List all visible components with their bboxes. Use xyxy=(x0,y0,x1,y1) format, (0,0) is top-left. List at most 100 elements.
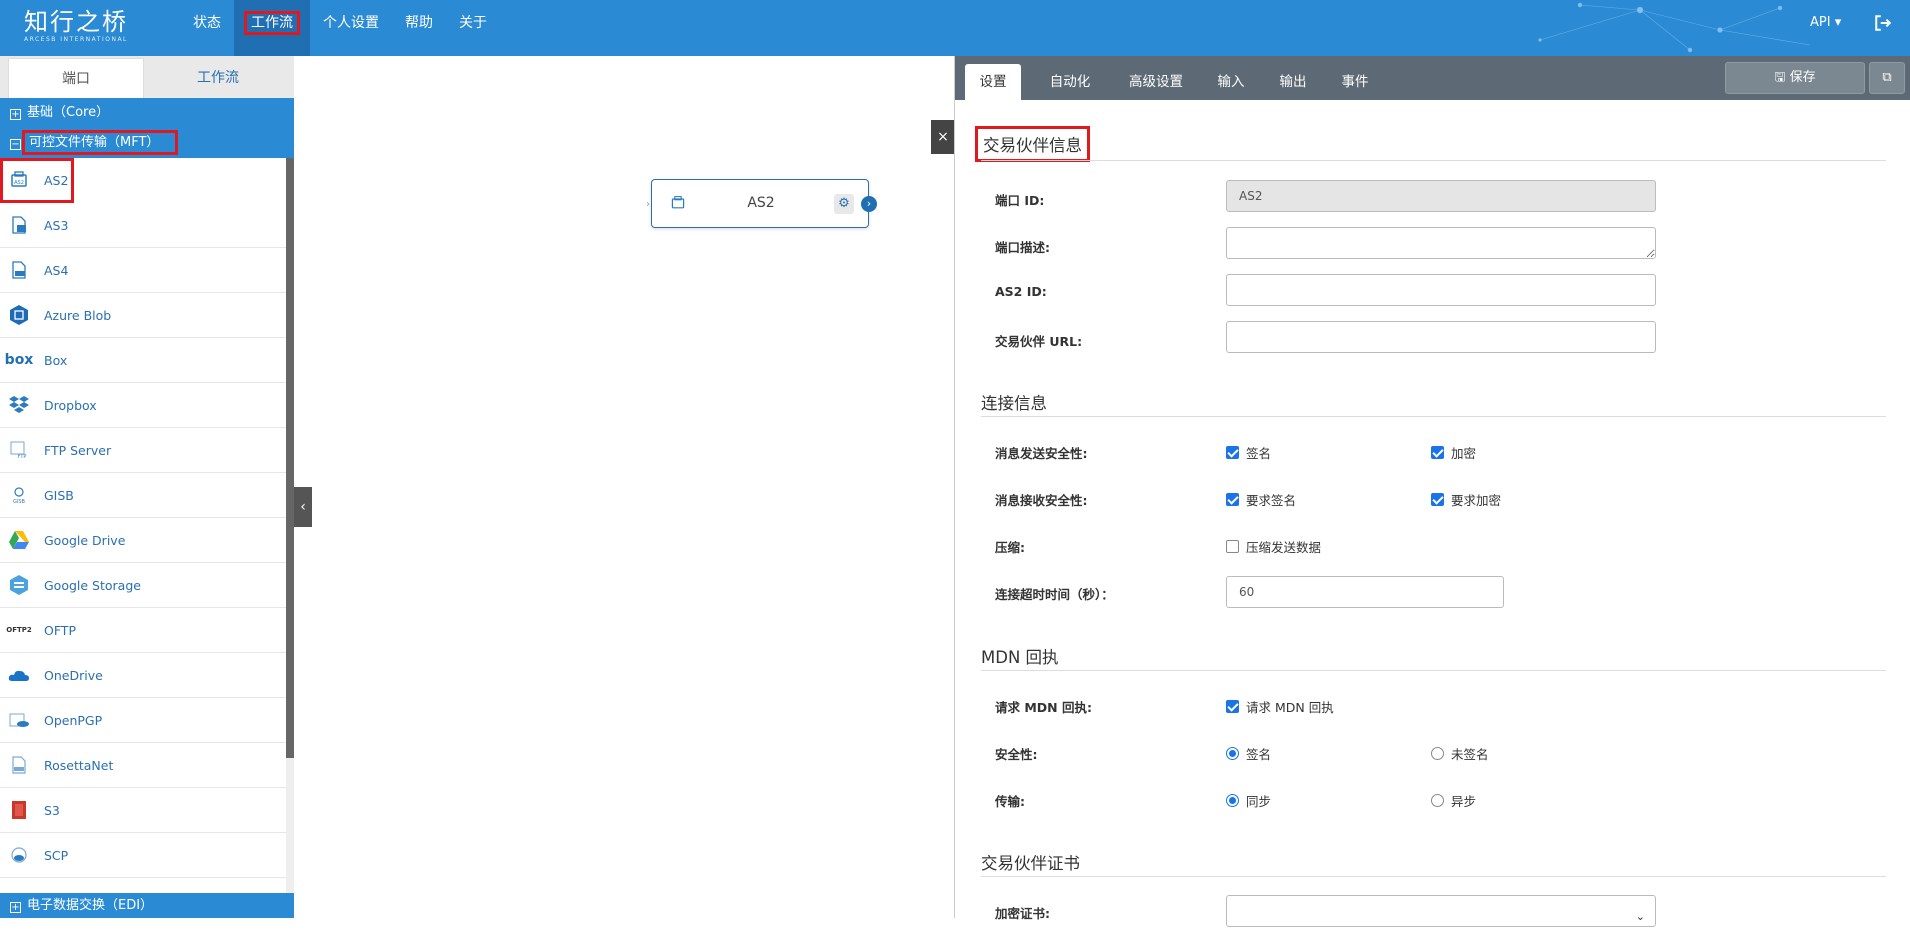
nav-profile[interactable]: 个人设置 xyxy=(310,0,392,56)
collapse-icon: − xyxy=(10,139,21,150)
port-desc-input[interactable] xyxy=(1226,227,1656,259)
openpgp-icon xyxy=(8,709,30,731)
connector-s3[interactable]: S3 xyxy=(0,788,286,833)
nav-workflow[interactable]: 工作流 xyxy=(234,0,310,56)
save-button[interactable]: 🖫 保存 xyxy=(1725,62,1865,94)
connector-label: AS4 xyxy=(44,262,69,278)
connector-google-drive[interactable]: Google Drive xyxy=(0,518,286,563)
connector-dropbox[interactable]: Dropbox xyxy=(0,383,286,428)
as4-icon xyxy=(8,259,30,281)
partner-url-label: 交易伙伴 URL: xyxy=(995,334,1083,349)
unsigned-radio[interactable]: 未签名 xyxy=(1431,744,1489,763)
connector-oftp[interactable]: OFTP2 OFTP xyxy=(0,608,286,653)
tab-automation[interactable]: 自动化 xyxy=(1035,64,1105,100)
connector-label: GISB xyxy=(44,487,74,503)
connector-as3[interactable]: AS3 xyxy=(0,203,286,248)
scrollbar-thumb[interactable] xyxy=(286,158,294,758)
as2-id-input[interactable] xyxy=(1226,274,1656,306)
timeout-input[interactable] xyxy=(1226,576,1504,608)
connector-label: Dropbox xyxy=(44,397,97,413)
nav-help[interactable]: 帮助 xyxy=(392,0,446,56)
azure-blob-icon xyxy=(8,304,30,326)
radio-icon xyxy=(1431,747,1444,760)
connector-box[interactable]: box Box xyxy=(0,338,286,383)
connector-openpgp[interactable]: OpenPGP xyxy=(0,698,286,743)
port-desc-label: 端口描述: xyxy=(995,240,1050,255)
connector-label: OFTP xyxy=(44,622,76,638)
workflow-node-as2[interactable]: › AS2 ⚙ › xyxy=(646,179,877,228)
connector-azure-blob[interactable]: Azure Blob xyxy=(0,293,286,338)
require-encrypt-checkbox[interactable]: 要求加密 xyxy=(1431,490,1501,509)
group-mft[interactable]: − 可控文件传输（MFT） xyxy=(0,128,294,158)
section-divider xyxy=(981,876,1886,877)
checkbox-icon xyxy=(1226,493,1239,506)
nav-about[interactable]: 关于 xyxy=(446,0,500,56)
connector-as4[interactable]: AS4 xyxy=(0,248,286,293)
connector-label: OneDrive xyxy=(44,667,103,683)
group-edi[interactable]: + 电子数据交换（EDI） xyxy=(0,893,294,918)
tab-settings[interactable]: 设置 xyxy=(965,64,1021,100)
close-panel-button[interactable]: × xyxy=(931,120,955,154)
group-edi-label: 电子数据交换（EDI） xyxy=(27,898,154,913)
connector-label: Azure Blob xyxy=(44,307,112,323)
ftp-server-icon: FTP xyxy=(8,439,30,461)
input-port-icon[interactable]: › xyxy=(646,199,650,210)
sidebar-scrollbar[interactable] xyxy=(286,158,294,893)
tab-events[interactable]: 事件 xyxy=(1333,64,1377,100)
api-dropdown[interactable]: API ▾ xyxy=(1810,0,1841,46)
encrypt-checkbox[interactable]: 加密 xyxy=(1431,443,1476,462)
async-radio[interactable]: 异步 xyxy=(1431,791,1476,810)
signed-radio[interactable]: 签名 xyxy=(1226,744,1271,763)
checkbox-icon xyxy=(1226,446,1239,459)
output-port-icon[interactable]: › xyxy=(861,196,877,212)
tab-workflows[interactable]: 工作流 xyxy=(150,58,286,98)
rosettanet-icon xyxy=(8,754,30,776)
chevron-down-icon: ⌄ xyxy=(1635,910,1645,923)
section-divider xyxy=(981,416,1886,417)
collapse-sidebar-button[interactable]: ‹ xyxy=(294,487,312,527)
scp-icon xyxy=(8,844,30,866)
tab-ports[interactable]: 端口 xyxy=(8,58,144,98)
sync-radio[interactable]: 同步 xyxy=(1226,791,1271,810)
encrypt-cert-select[interactable]: ⌄ xyxy=(1226,895,1656,927)
group-core[interactable]: + 基础（Core） xyxy=(0,98,294,128)
recv-security-label: 消息接收安全性: xyxy=(995,493,1088,508)
network-decoration xyxy=(1538,2,1811,53)
connector-list: AS2 AS2 AS3 AS4 Azure Blob box Box Dropb… xyxy=(0,158,286,893)
connector-ftp-server[interactable]: FTP FTP Server xyxy=(0,428,286,473)
top-nav-bar: 知行之桥 ARCESB INTERNATIONAL 状态 工作流 个人设置 帮助… xyxy=(0,0,1910,56)
checkbox-icon xyxy=(1226,700,1239,713)
tab-input[interactable]: 输入 xyxy=(1209,64,1253,100)
box-icon: box xyxy=(4,352,34,368)
tab-output[interactable]: 输出 xyxy=(1271,64,1315,100)
gear-icon[interactable]: ⚙ xyxy=(834,194,854,214)
connector-label: OpenPGP xyxy=(44,712,103,728)
sidebar-tabs: 端口 工作流 xyxy=(0,56,294,98)
request-mdn-checkbox[interactable]: 请求 MDN 回执 xyxy=(1226,697,1334,716)
external-link-icon: ⧉ xyxy=(1882,70,1892,85)
tab-advanced[interactable]: 高级设置 xyxy=(1121,64,1191,100)
brand-logo[interactable]: 知行之桥 ARCESB INTERNATIONAL xyxy=(24,8,132,48)
popout-button[interactable]: ⧉ xyxy=(1869,62,1905,94)
section-divider xyxy=(981,160,1886,161)
svg-text:AS2: AS2 xyxy=(14,180,24,186)
oftp-icon: OFTP2 xyxy=(6,626,32,634)
logout-icon[interactable] xyxy=(1874,14,1892,32)
sign-checkbox[interactable]: 签名 xyxy=(1226,443,1271,462)
compress-checkbox[interactable]: 压缩发送数据 xyxy=(1226,537,1321,556)
require-sign-checkbox[interactable]: 要求签名 xyxy=(1226,490,1296,509)
connector-label: S3 xyxy=(44,802,60,818)
partner-url-input[interactable] xyxy=(1226,321,1656,353)
connector-gisb[interactable]: GISB GISB xyxy=(0,473,286,518)
expand-icon: + xyxy=(10,902,21,913)
connector-onedrive[interactable]: OneDrive xyxy=(0,653,286,698)
connector-google-storage[interactable]: Google Storage xyxy=(0,563,286,608)
connector-scp[interactable]: SCP xyxy=(0,833,286,878)
connector-as2[interactable]: AS2 AS2 xyxy=(0,158,74,203)
as3-icon xyxy=(8,214,30,236)
svg-text:GISB: GISB xyxy=(13,499,26,505)
logo-subtext: ARCESB INTERNATIONAL xyxy=(24,36,128,43)
connector-rosettanet[interactable]: RosettaNet xyxy=(0,743,286,788)
connector-label: AS3 xyxy=(44,217,69,233)
nav-status[interactable]: 状态 xyxy=(180,0,234,56)
